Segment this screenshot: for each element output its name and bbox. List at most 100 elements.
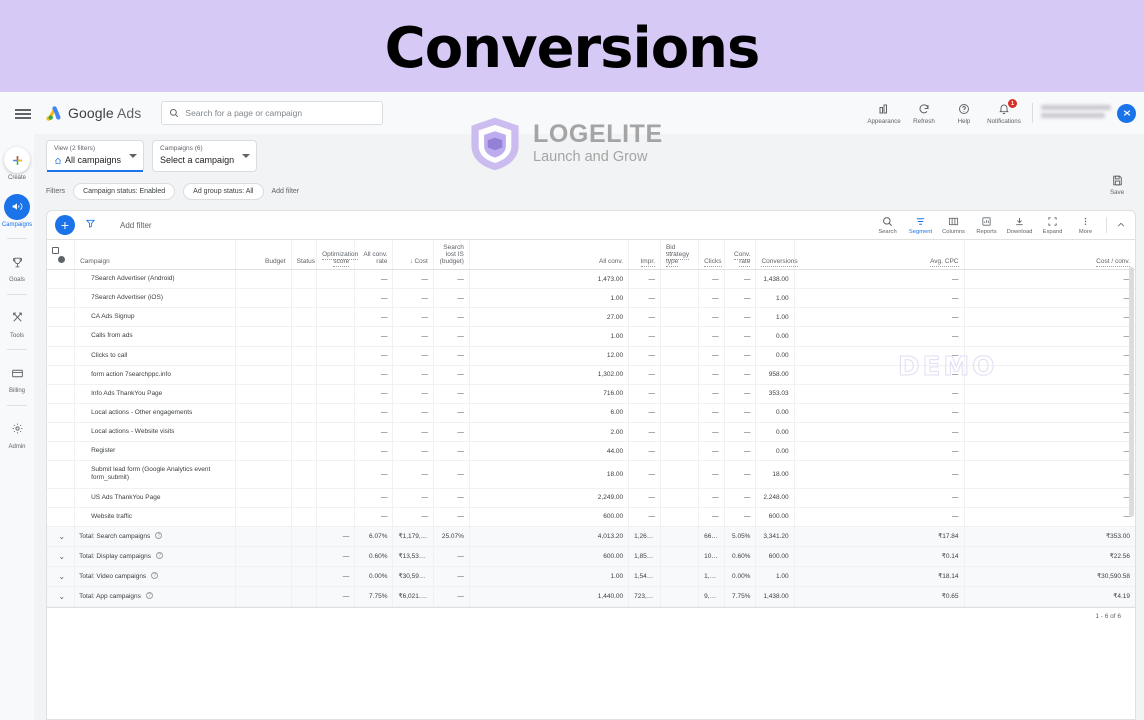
th-cost[interactable]: ↓ Cost [392, 239, 434, 270]
table-row[interactable]: 7Search Advertiser (Android) — — —1,473.00—… [47, 269, 1135, 290]
search-input[interactable]: Search for a page or campaign [161, 101, 384, 125]
row-select-cell[interactable] [47, 269, 75, 290]
row-select-cell[interactable] [47, 307, 75, 328]
th-impr-text: Impr. [640, 258, 655, 267]
table-row[interactable]: US Ads ThankYou Page — — —2,249.00— — —2,248.… [47, 488, 1135, 508]
th-bid-strategy-type[interactable]: Bid strategy type [659, 239, 699, 270]
reports-tool[interactable]: Reports [970, 215, 1003, 235]
appearance-button[interactable]: Appearance [864, 101, 904, 125]
th-cost-conv[interactable]: Cost / conv. [963, 239, 1135, 270]
chevron-down-icon[interactable]: ⌄ [56, 592, 65, 601]
row-select-cell[interactable] [47, 488, 75, 508]
collapse-panel-button[interactable] [1111, 220, 1131, 230]
table-total-row[interactable]: ⌄ Total: App campaigns? —7.75% ₹6,021.01—1,… [47, 586, 1135, 607]
th-impr[interactable]: Impr. [628, 239, 661, 270]
table-total-row[interactable]: ⌄ Total: Video campaigns? —0.00% ₹30,590.58… [47, 566, 1135, 587]
row-select-cell[interactable] [47, 422, 75, 443]
google-ads-logo[interactable]: Google Ads [46, 105, 141, 122]
th-conversions[interactable]: Conversions [755, 239, 798, 270]
th-all-conv[interactable]: All conv. [468, 239, 629, 270]
info-icon[interactable]: ? [145, 592, 153, 600]
filter-chip-campaign-status[interactable]: Campaign status: Enabled [73, 182, 176, 200]
cell-conv-rate: 7.75% [723, 586, 756, 607]
cell-conv-rate: 0.60% [723, 546, 756, 567]
campaign-dropdown[interactable]: Campaigns (6) Select a campaign [152, 140, 258, 172]
columns-tool[interactable]: Columns [937, 215, 970, 235]
sidebar-item-campaigns[interactable]: Campaigns [0, 189, 34, 234]
info-icon[interactable]: ? [151, 572, 159, 580]
cell-bid-strategy-type [659, 403, 699, 424]
filter-chip-ad-group-status[interactable]: Ad group status: All [183, 182, 264, 200]
table-scroll-region[interactable]: Campaign Budget Status Optimization scor… [47, 239, 1135, 607]
row-select-cell[interactable] [47, 288, 75, 309]
th-all-conv-rate[interactable]: All conv. rate [354, 239, 393, 270]
total-expand-cell[interactable]: ⌄ [47, 546, 75, 567]
th-avg-cpc[interactable]: Avg. CPC [793, 239, 964, 270]
add-filter-link[interactable]: Add filter [272, 188, 300, 195]
filter-icon[interactable] [85, 216, 96, 234]
th-clicks[interactable]: Clicks [698, 239, 725, 270]
row-select-cell[interactable] [47, 384, 75, 404]
total-expand-cell[interactable]: ⌄ [47, 526, 75, 547]
search-tool[interactable]: Search [871, 215, 904, 235]
row-select-cell[interactable] [47, 403, 75, 424]
add-filter-button[interactable]: Add filter [120, 221, 152, 230]
row-select-cell[interactable] [47, 460, 75, 489]
notifications-button[interactable]: 1 Notifications [984, 99, 1024, 125]
segment-tool[interactable]: Segment [904, 215, 937, 235]
download-tool[interactable]: Download [1003, 215, 1036, 235]
view-dropdown[interactable]: View (2 filters) All campaigns [46, 140, 145, 172]
avatar[interactable] [1117, 103, 1136, 123]
add-button[interactable]: + [55, 215, 75, 235]
table-row[interactable]: Calls from ads — — —1.00— — —0.00— — [47, 326, 1135, 347]
total-expand-cell[interactable]: ⌄ [47, 566, 75, 587]
sidebar-label-tools: Tools [9, 332, 24, 339]
cell-cost: — [392, 403, 434, 424]
menu-icon[interactable] [12, 102, 34, 124]
table-row[interactable]: Info Ads ThankYou Page — — —716.00— — —353.03… [47, 384, 1135, 404]
table-total-row[interactable]: ⌄ Total: Display campaigns? —0.60% ₹13,536.… [47, 546, 1135, 567]
row-select-cell[interactable] [47, 507, 75, 527]
chevron-down-icon[interactable]: ⌄ [56, 532, 65, 541]
sidebar-item-admin[interactable]: Admin [0, 411, 34, 456]
table-row[interactable]: 7Search Advertiser (iOS) — — —1.00— — —1.00— — [47, 288, 1135, 309]
sidebar-item-billing[interactable]: Billing [0, 355, 34, 400]
chevron-down-icon[interactable]: ⌄ [56, 552, 65, 561]
table-row[interactable]: Submit lead form (Google Analytics event… [47, 460, 1135, 489]
expand-tool[interactable]: Expand [1036, 215, 1069, 235]
info-icon[interactable]: ? [155, 532, 163, 540]
row-select-cell[interactable] [47, 346, 75, 366]
vertical-scrollbar[interactable] [1129, 267, 1134, 583]
th-status[interactable]: Status [290, 239, 317, 270]
table-row[interactable]: Local actions - Website visits — — —2.00— — —… [47, 422, 1135, 443]
cell-opt-score [316, 288, 355, 309]
row-select-cell[interactable] [47, 365, 75, 385]
row-marker-icon[interactable] [58, 256, 65, 263]
table-row[interactable]: Website traffic — — —600.00— — —600.00— — [47, 507, 1135, 527]
th-optimization-score[interactable]: Optimization score [316, 239, 359, 270]
chevron-down-icon[interactable]: ⌄ [56, 572, 65, 581]
table-row[interactable]: Register — — —44.00— — —0.00— — [47, 441, 1135, 462]
sidebar-item-create[interactable]: Create [0, 142, 34, 187]
help-button[interactable]: Help [944, 101, 984, 125]
more-tool[interactable]: More [1069, 215, 1102, 235]
info-icon[interactable]: ? [156, 552, 163, 560]
total-expand-cell[interactable]: ⌄ [47, 586, 75, 607]
refresh-button[interactable]: Refresh [904, 101, 944, 125]
cell-campaign: 7Search Advertiser (Android) [74, 269, 236, 290]
row-select-cell[interactable] [47, 326, 75, 347]
th-search-lost-is[interactable]: Search lost IS (budget) [432, 239, 470, 270]
select-all-checkbox[interactable] [52, 247, 59, 254]
table-row[interactable]: CA Ads Signup — — —27.00— — —1.00— — [47, 307, 1135, 328]
sidebar-item-goals[interactable]: Goals [0, 244, 34, 289]
th-budget[interactable]: Budget [235, 239, 292, 270]
table-row[interactable]: Local actions - Other engagements — — —6.00… [47, 403, 1135, 424]
th-conv-rate[interactable]: Conv. rate [723, 239, 756, 270]
th-campaign[interactable]: Campaign [74, 239, 236, 270]
sidebar-item-tools[interactable]: Tools [0, 300, 34, 345]
scrollbar-thumb[interactable] [1129, 267, 1134, 517]
table-total-row[interactable]: ⌄ Total: Search campaigns? —6.07% ₹1,179,43… [47, 526, 1135, 547]
expand-tool-label: Expand [1042, 229, 1063, 235]
row-select-cell[interactable] [47, 441, 75, 462]
save-button[interactable]: Save [1100, 174, 1134, 196]
